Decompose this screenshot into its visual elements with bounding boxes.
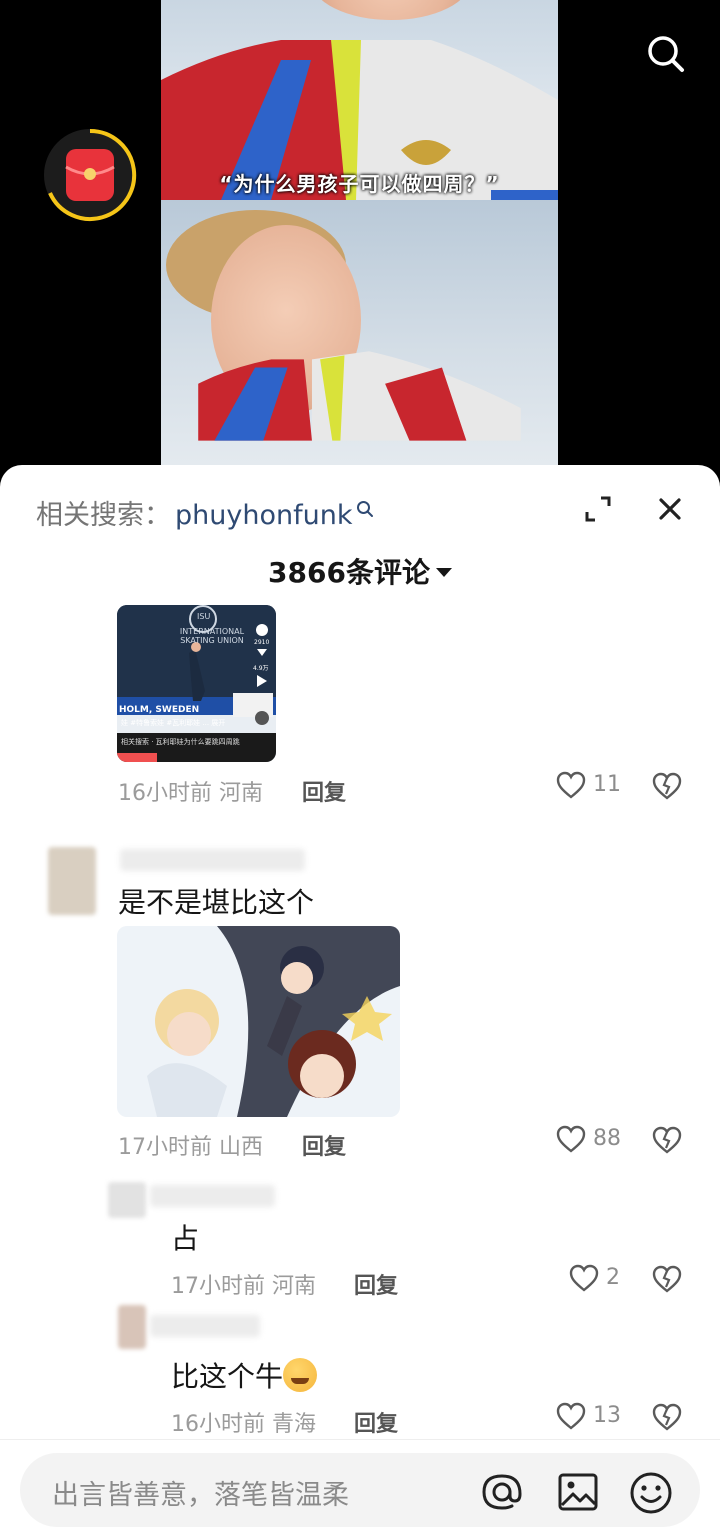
like-count: 11 — [593, 772, 621, 797]
thumb-tags-text: 娃 #特鲁索娃 #瓦利耶娃 ... 展开 — [121, 719, 226, 727]
red-packet-icon — [44, 128, 137, 221]
dislike-button[interactable] — [652, 772, 682, 800]
search-button[interactable] — [644, 32, 688, 76]
close-button[interactable] — [654, 493, 686, 525]
reply-button[interactable]: 回复 — [354, 1406, 398, 1438]
heart-icon — [569, 1264, 599, 1292]
emoji-button[interactable] — [628, 1470, 674, 1516]
comment-meta: 17小时前 山西 — [118, 1135, 263, 1160]
comment-meta: 16小时前 青海 — [171, 1412, 316, 1437]
video-player[interactable]: “为什么男孩子可以做四周？” — [0, 0, 720, 470]
username-blurred[interactable] — [150, 1185, 275, 1207]
thumb-logo-text: ISU — [197, 612, 211, 621]
anime-illustration — [117, 926, 400, 1117]
related-search-keyword[interactable]: phuyhonfunk — [175, 500, 352, 531]
smiley-icon — [630, 1472, 672, 1514]
expand-button[interactable] — [584, 495, 612, 523]
crying-face-emoji-icon — [283, 1358, 318, 1392]
reply-button[interactable]: 回复 — [354, 1268, 398, 1300]
dislike-button[interactable] — [652, 1126, 682, 1154]
mention-button[interactable] — [480, 1470, 524, 1514]
like-button[interactable]: 13 — [556, 1402, 621, 1430]
username-blurred[interactable] — [150, 1315, 260, 1337]
expand-icon — [585, 496, 611, 522]
image-icon — [558, 1473, 598, 1511]
red-packet-button[interactable] — [42, 127, 138, 223]
heart-icon — [556, 1125, 586, 1153]
comment-count-selector[interactable]: 3866条评论 — [0, 551, 720, 591]
jacket-graphic-2 — [198, 351, 521, 441]
chevron-down-icon — [435, 568, 452, 577]
like-button[interactable]: 88 — [556, 1125, 621, 1153]
comment-input-placeholder: 出言皆善意，落笔皆温柔 — [52, 1480, 349, 1511]
heart-icon — [556, 1402, 586, 1430]
like-button[interactable]: 11 — [556, 771, 621, 799]
comment-meta: 16小时前 河南 — [118, 781, 263, 806]
comment-count: 3866条评论 — [268, 556, 430, 589]
skater-face — [311, 0, 471, 20]
related-search-label: 相关搜索： — [36, 500, 171, 531]
comment-text: 是不是堪比这个 — [118, 886, 315, 919]
thumb-banner-text: HOLM, SWEDEN — [119, 705, 200, 715]
comment-input[interactable]: 出言皆善意，落笔皆温柔 — [20, 1453, 700, 1527]
search-small-icon — [356, 494, 374, 525]
comment-meta: 17小时前 河南 — [171, 1274, 316, 1299]
thumb-comments-small: 2910 — [254, 639, 270, 646]
video-caption: “为什么男孩子可以做四周？” — [219, 172, 500, 196]
heart-icon — [556, 771, 586, 799]
like-button[interactable]: 2 — [569, 1264, 620, 1292]
comment-text: 占 — [171, 1222, 200, 1255]
like-count: 88 — [593, 1126, 621, 1151]
comment-image[interactable] — [117, 926, 400, 1117]
broken-heart-icon — [652, 772, 682, 800]
comment-video-thumbnail[interactable]: INTERNATIONAL SKATING UNION ISU 2910 4.9… — [117, 605, 276, 762]
broken-heart-icon — [652, 1403, 682, 1431]
reply-button[interactable]: 回复 — [302, 1129, 346, 1161]
close-icon — [659, 498, 681, 520]
video-frame-top: “为什么男孩子可以做四周？” — [161, 0, 558, 200]
image-button[interactable] — [556, 1470, 600, 1514]
at-sign-icon — [482, 1474, 522, 1510]
video-frame-bottom — [161, 200, 558, 465]
comment-input-bar: 出言皆善意，落笔皆温柔 — [0, 1439, 720, 1538]
broken-heart-icon — [652, 1265, 682, 1293]
thumb-likes-small: 4.9万 — [253, 665, 269, 672]
avatar[interactable] — [118, 1305, 146, 1349]
like-count: 13 — [593, 1403, 621, 1428]
like-count: 2 — [606, 1265, 620, 1290]
avatar[interactable] — [48, 847, 96, 915]
dislike-button[interactable] — [652, 1265, 682, 1293]
comments-sheet: 相关搜索： phuyhonfunk 3866条评论 INTERNATIONAL … — [0, 465, 720, 1538]
reply-button[interactable]: 回复 — [302, 775, 346, 807]
avatar[interactable] — [108, 1182, 146, 1218]
thumb-related-text: 相关搜索 · 瓦利耶娃为什么要跳四周跳 — [121, 738, 240, 746]
related-search[interactable]: 相关搜索： phuyhonfunk — [36, 493, 374, 532]
comment-text: 比这个牛 — [171, 1355, 318, 1395]
username-blurred[interactable] — [120, 849, 305, 871]
dislike-button[interactable] — [652, 1403, 682, 1431]
broken-heart-icon — [652, 1126, 682, 1154]
search-icon — [648, 36, 684, 72]
thumb-sub-text: INTERNATIONAL SKATING UNION — [179, 627, 245, 645]
